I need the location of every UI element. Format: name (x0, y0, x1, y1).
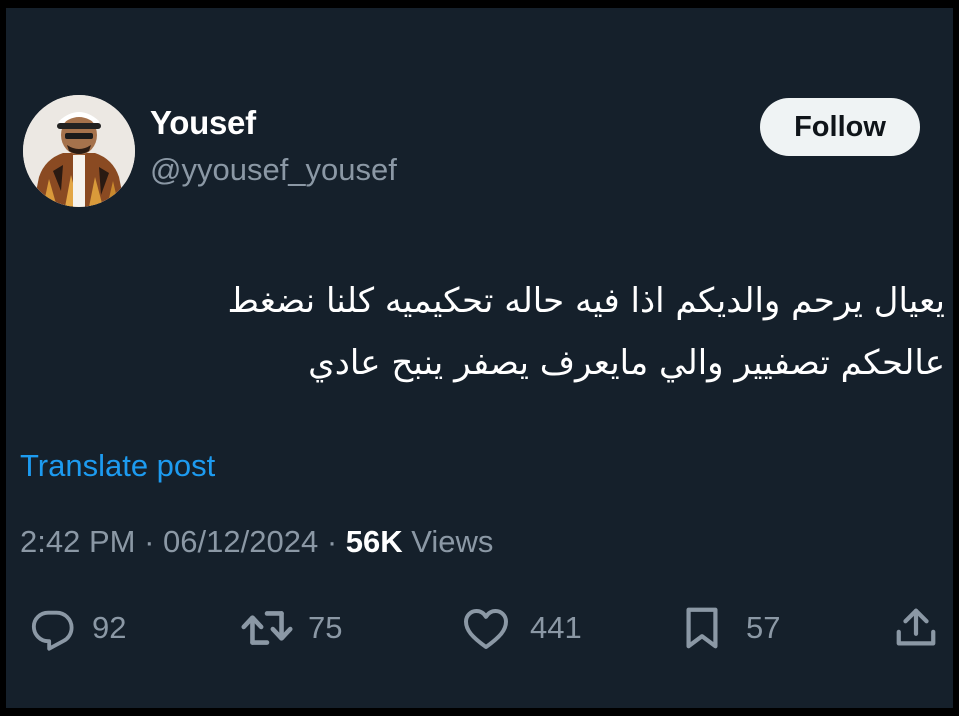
bookmark-icon (686, 607, 718, 649)
reply-button[interactable]: 92 (30, 600, 126, 656)
share-icon (896, 608, 936, 646)
share-button[interactable] (893, 600, 939, 656)
like-count: 441 (530, 610, 582, 645)
follow-button[interactable]: Follow (760, 98, 920, 156)
profile-photo-icon (23, 95, 135, 207)
views-label: Views (411, 524, 494, 559)
heart-icon (464, 609, 508, 649)
bookmark-button[interactable]: 57 (680, 600, 780, 656)
repost-icon (241, 611, 293, 645)
tweet-text-line: عالحكم تصفيير والي مايعرف يصفر ينبح عادي (308, 343, 945, 383)
meta-separator: · (326, 524, 338, 559)
user-handle[interactable]: @yyousef_yousef (150, 152, 397, 188)
meta-separator: · (144, 524, 155, 559)
like-button[interactable]: 441 (462, 600, 582, 656)
bookmark-count: 57 (746, 610, 781, 645)
post-date[interactable]: 06/12/2024 (163, 524, 318, 559)
avatar[interactable] (23, 95, 135, 207)
post-meta: 2:42 PM · 06/12/2024 · 56K Views (20, 524, 493, 560)
tweet-text: يعيال يرحم والديكم اذا فيه حاله تحكيميه … (115, 270, 945, 394)
action-bar: 92 75 441 57 (0, 600, 959, 656)
repost-button[interactable]: 75 (240, 600, 342, 656)
tweet-text-line: يعيال يرحم والديكم اذا فيه حاله تحكيميه … (227, 281, 945, 321)
translate-post-link[interactable]: Translate post (20, 448, 215, 484)
display-name[interactable]: Yousef (150, 104, 256, 142)
repost-count: 75 (308, 610, 343, 645)
reply-count: 92 (92, 610, 127, 645)
views-count: 56K (345, 524, 403, 559)
post-time[interactable]: 2:42 PM (20, 524, 135, 559)
reply-icon (31, 610, 74, 651)
